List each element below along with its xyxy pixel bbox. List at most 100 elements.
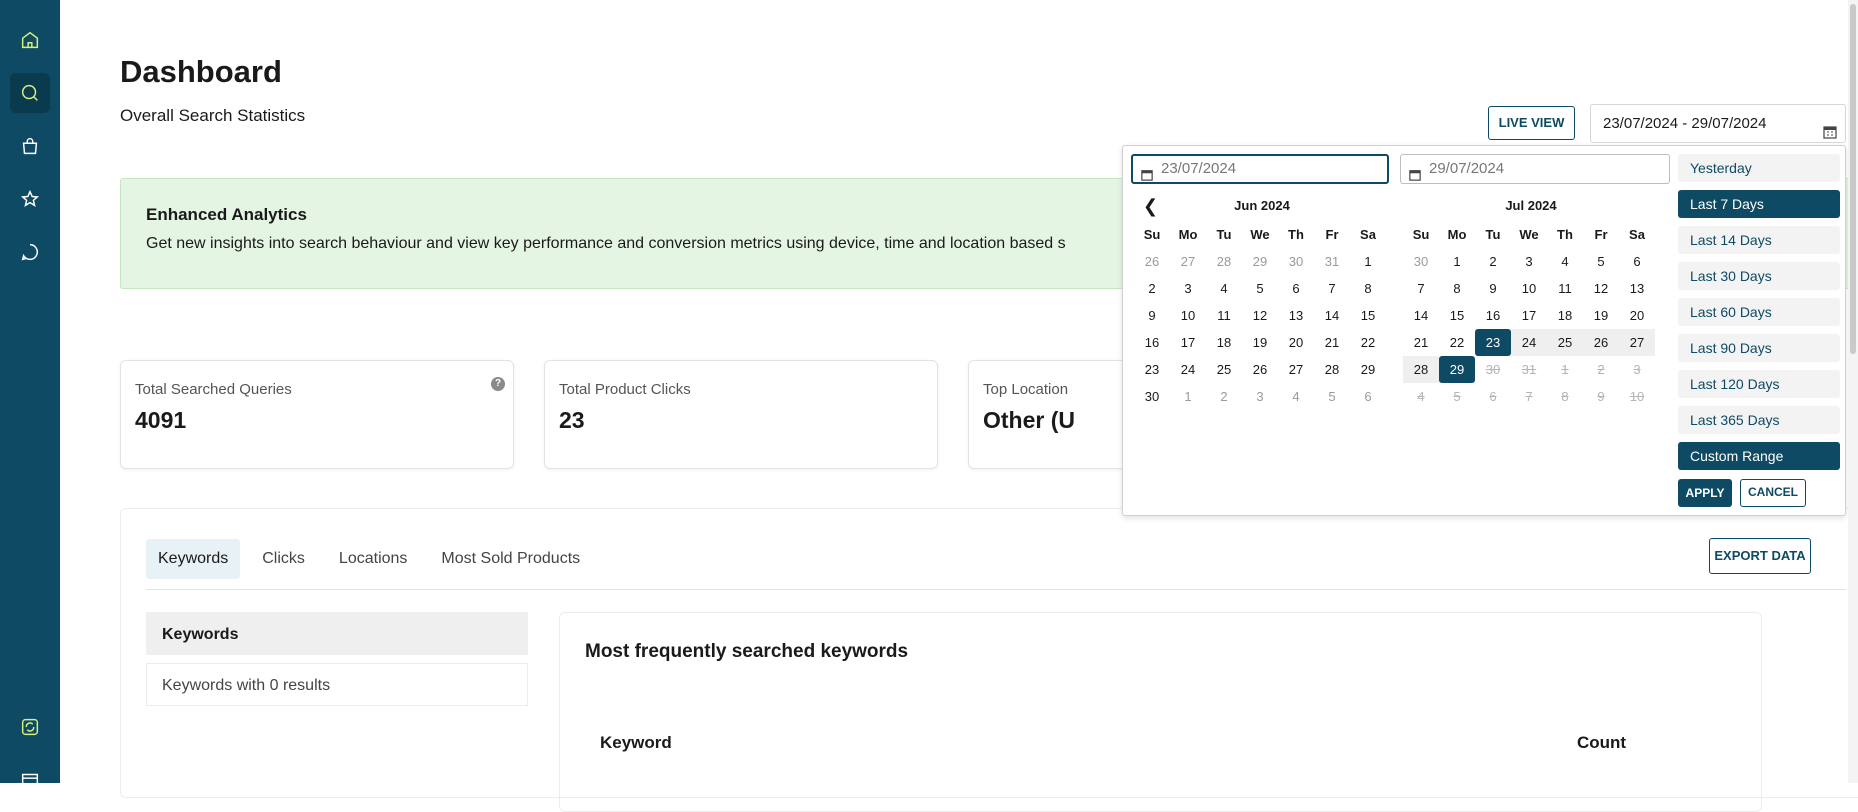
calendar-day[interactable]: 1: [1350, 248, 1386, 275]
calendar-day[interactable]: 9: [1475, 275, 1511, 302]
calendar-day[interactable]: 6: [1619, 248, 1655, 275]
calendar-day[interactable]: 21: [1314, 329, 1350, 356]
range-option[interactable]: Last 365 Days: [1678, 406, 1840, 434]
calendar-day[interactable]: 10: [1511, 275, 1547, 302]
calendar-day[interactable]: 27: [1619, 329, 1655, 356]
cancel-button[interactable]: CANCEL: [1740, 479, 1806, 507]
calendar-day[interactable]: 12: [1583, 275, 1619, 302]
calendar-day[interactable]: 1: [1439, 248, 1475, 275]
calendar-day[interactable]: 29: [1439, 356, 1475, 383]
start-date-input[interactable]: 23/07/2024: [1131, 154, 1389, 184]
column-header-keyword[interactable]: Keyword: [600, 733, 672, 753]
calendar-day[interactable]: 3: [1170, 275, 1206, 302]
range-option[interactable]: Last 7 Days: [1678, 190, 1840, 218]
column-header-count[interactable]: Count: [1577, 733, 1626, 753]
calendar-day[interactable]: 2: [1475, 248, 1511, 275]
calendar-day[interactable]: 11: [1547, 275, 1583, 302]
store-icon[interactable]: [10, 760, 50, 800]
calendar-day[interactable]: 15: [1350, 302, 1386, 329]
export-data-button[interactable]: EXPORT DATA: [1709, 538, 1811, 574]
calendar-day[interactable]: 2: [1206, 383, 1242, 410]
calendar-day[interactable]: 25: [1206, 356, 1242, 383]
calendar-day[interactable]: 4: [1547, 248, 1583, 275]
calendar-day[interactable]: 5: [1242, 275, 1278, 302]
tab-most-sold-products[interactable]: Most Sold Products: [429, 539, 592, 579]
calendar-day[interactable]: 17: [1170, 329, 1206, 356]
calendar-day[interactable]: 22: [1350, 329, 1386, 356]
calendar-day[interactable]: 4: [1206, 275, 1242, 302]
help-icon[interactable]: ?: [491, 377, 505, 391]
calendar-day[interactable]: 21: [1403, 329, 1439, 356]
calendar-day[interactable]: 28: [1403, 356, 1439, 383]
calendar-day[interactable]: 1: [1170, 383, 1206, 410]
calendar-day[interactable]: 15: [1439, 302, 1475, 329]
calendar-day[interactable]: 9: [1134, 302, 1170, 329]
live-view-button[interactable]: LIVE VIEW: [1488, 106, 1575, 140]
sync-icon[interactable]: [10, 707, 50, 747]
calendar-day[interactable]: 11: [1206, 302, 1242, 329]
calendar-day[interactable]: 26: [1583, 329, 1619, 356]
tab-keywords[interactable]: Keywords: [146, 539, 241, 579]
calendar-day[interactable]: 13: [1619, 275, 1655, 302]
calendar-day[interactable]: 10: [1170, 302, 1206, 329]
calendar-day[interactable]: 28: [1314, 356, 1350, 383]
calendar-day[interactable]: 23: [1475, 329, 1511, 356]
calendar-day[interactable]: 23: [1134, 356, 1170, 383]
calendar-day[interactable]: 7: [1403, 275, 1439, 302]
calendar-day[interactable]: 24: [1170, 356, 1206, 383]
calendar-day[interactable]: 8: [1439, 275, 1475, 302]
calendar-day[interactable]: 24: [1511, 329, 1547, 356]
calendar-day[interactable]: 5: [1314, 383, 1350, 410]
calendar-day[interactable]: 16: [1475, 302, 1511, 329]
calendar-day[interactable]: 18: [1547, 302, 1583, 329]
range-option[interactable]: Last 14 Days: [1678, 226, 1840, 254]
calendar-day[interactable]: 31: [1314, 248, 1350, 275]
page-scrollbar[interactable]: [1848, 0, 1858, 783]
calendar-day[interactable]: 26: [1134, 248, 1170, 275]
calendar-day[interactable]: 4: [1278, 383, 1314, 410]
range-option[interactable]: Last 60 Days: [1678, 298, 1840, 326]
range-option[interactable]: Last 90 Days: [1678, 334, 1840, 362]
range-option[interactable]: Last 30 Days: [1678, 262, 1840, 290]
calendar-day[interactable]: 2: [1134, 275, 1170, 302]
calendar-day[interactable]: 18: [1206, 329, 1242, 356]
star-icon[interactable]: [10, 179, 50, 219]
tab-locations[interactable]: Locations: [327, 539, 420, 579]
date-range-input[interactable]: 23/07/2024 - 29/07/2024: [1590, 104, 1846, 143]
calendar-day[interactable]: 29: [1242, 248, 1278, 275]
home-icon[interactable]: [10, 20, 50, 60]
range-option[interactable]: Custom Range: [1678, 442, 1840, 470]
calendar-day[interactable]: 19: [1242, 329, 1278, 356]
calendar-day[interactable]: 14: [1314, 302, 1350, 329]
calendar-day[interactable]: 3: [1242, 383, 1278, 410]
calendar-day[interactable]: 5: [1583, 248, 1619, 275]
calendar-day[interactable]: 16: [1134, 329, 1170, 356]
search-analytics-icon[interactable]: [10, 73, 50, 113]
calendar-day[interactable]: 27: [1278, 356, 1314, 383]
calendar-day[interactable]: 30: [1278, 248, 1314, 275]
calendar-day[interactable]: 12: [1242, 302, 1278, 329]
calendar-day[interactable]: 30: [1403, 248, 1439, 275]
shopping-bag-icon[interactable]: [10, 126, 50, 166]
calendar-day[interactable]: 17: [1511, 302, 1547, 329]
calendar-day[interactable]: 30: [1134, 383, 1170, 410]
range-option[interactable]: Last 120 Days: [1678, 370, 1840, 398]
apply-button[interactable]: APPLY: [1678, 479, 1732, 507]
calendar-day[interactable]: 26: [1242, 356, 1278, 383]
list-item-keywords[interactable]: Keywords: [146, 612, 528, 655]
calendar-day[interactable]: 8: [1350, 275, 1386, 302]
range-option[interactable]: Yesterday: [1678, 154, 1840, 182]
calendar-day[interactable]: 6: [1278, 275, 1314, 302]
calendar-day[interactable]: 28: [1206, 248, 1242, 275]
calendar-day[interactable]: 20: [1619, 302, 1655, 329]
calendar-day[interactable]: 29: [1350, 356, 1386, 383]
scrollbar-thumb[interactable]: [1850, 4, 1856, 354]
calendar-day[interactable]: 19: [1583, 302, 1619, 329]
calendar-day[interactable]: 25: [1547, 329, 1583, 356]
chat-icon[interactable]: [10, 232, 50, 272]
list-item-zero-results[interactable]: Keywords with 0 results: [146, 663, 528, 706]
calendar-day[interactable]: 14: [1403, 302, 1439, 329]
calendar-day[interactable]: 13: [1278, 302, 1314, 329]
calendar-day[interactable]: 3: [1511, 248, 1547, 275]
calendar-day[interactable]: 6: [1350, 383, 1386, 410]
